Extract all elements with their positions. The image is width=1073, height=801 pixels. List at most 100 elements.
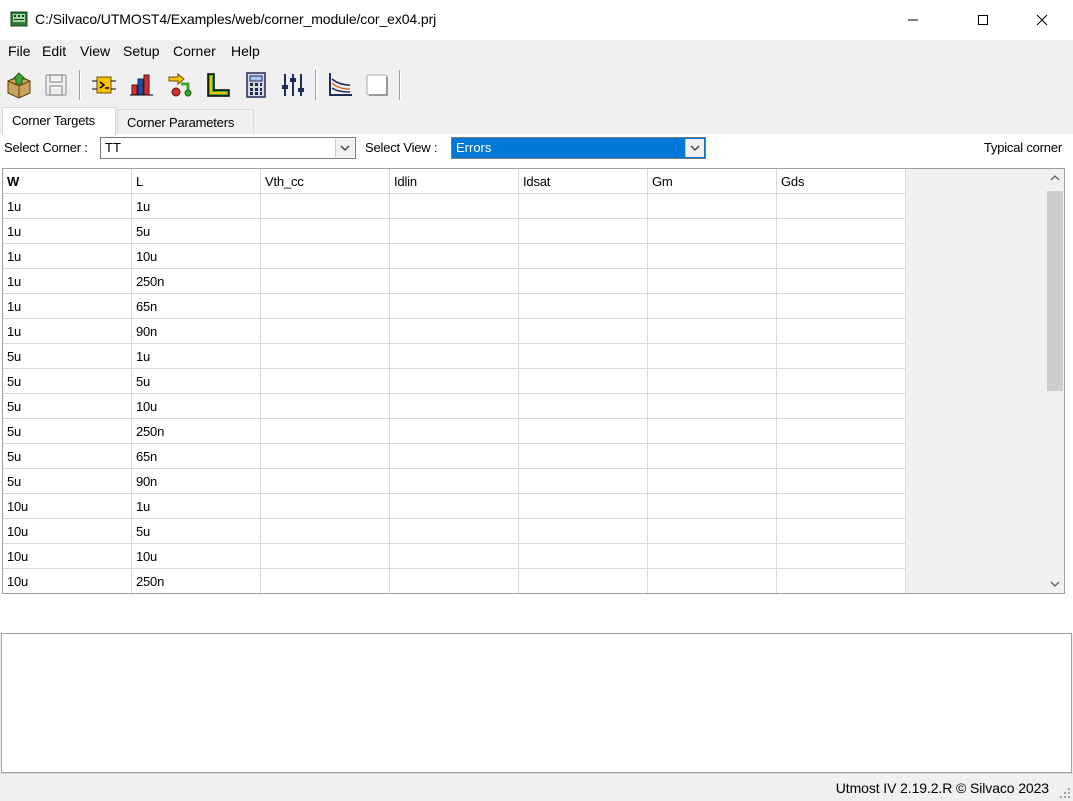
cell-w[interactable]: 1u — [3, 318, 132, 344]
table-row[interactable]: 1u 1u — [3, 193, 906, 219]
column-header-idsat[interactable]: Idsat — [518, 169, 648, 194]
table-row[interactable]: 1u 90n — [3, 318, 906, 344]
cell-gm[interactable] — [647, 443, 777, 469]
cell-gds[interactable] — [776, 568, 906, 593]
cell-w[interactable]: 5u — [3, 393, 132, 419]
cell-w[interactable]: 10u — [3, 543, 132, 569]
column-header-vth-cc[interactable]: Vth_cc — [260, 169, 390, 194]
cell-vth-cc[interactable] — [260, 343, 390, 369]
cell-gds[interactable] — [776, 293, 906, 319]
cell-gds[interactable] — [776, 518, 906, 544]
cell-vth-cc[interactable] — [260, 518, 390, 544]
scroll-up-button[interactable] — [1046, 169, 1064, 187]
cell-gm[interactable] — [647, 293, 777, 319]
cell-vth-cc[interactable] — [260, 293, 390, 319]
cell-idlin[interactable] — [389, 193, 519, 219]
flow-button[interactable] — [165, 70, 195, 100]
table-row[interactable]: 10u 1u — [3, 493, 906, 519]
corner-l-button[interactable] — [203, 70, 233, 100]
cell-vth-cc[interactable] — [260, 543, 390, 569]
column-header-l[interactable]: L — [131, 169, 261, 194]
menu-view[interactable]: View — [80, 43, 110, 59]
cell-idlin[interactable] — [389, 518, 519, 544]
table-row[interactable]: 5u 65n — [3, 443, 906, 469]
table-row[interactable]: 5u 250n — [3, 418, 906, 444]
cell-idsat[interactable] — [518, 468, 648, 494]
cell-gm[interactable] — [647, 468, 777, 494]
cell-gm[interactable] — [647, 268, 777, 294]
table-row[interactable]: 5u 1u — [3, 343, 906, 369]
cell-w[interactable]: 10u — [3, 518, 132, 544]
cell-idlin[interactable] — [389, 468, 519, 494]
cell-gm[interactable] — [647, 243, 777, 269]
column-header-w[interactable]: W — [3, 169, 132, 194]
cell-gm[interactable] — [647, 218, 777, 244]
cell-idsat[interactable] — [518, 193, 648, 219]
cell-idlin[interactable] — [389, 568, 519, 593]
cell-gm[interactable] — [647, 518, 777, 544]
cell-vth-cc[interactable] — [260, 568, 390, 593]
cell-idlin[interactable] — [389, 493, 519, 519]
cell-gds[interactable] — [776, 393, 906, 419]
cell-idsat[interactable] — [518, 293, 648, 319]
cell-idsat[interactable] — [518, 493, 648, 519]
cell-idsat[interactable] — [518, 393, 648, 419]
cell-idlin[interactable] — [389, 343, 519, 369]
menu-help[interactable]: Help — [231, 43, 260, 59]
cell-w[interactable]: 1u — [3, 243, 132, 269]
cell-gm[interactable] — [647, 543, 777, 569]
table-row[interactable]: 5u 5u — [3, 368, 906, 394]
table-row[interactable]: 10u 10u — [3, 543, 906, 569]
cell-w[interactable]: 1u — [3, 218, 132, 244]
tab-corner-parameters[interactable]: Corner Parameters — [117, 109, 254, 136]
cell-idlin[interactable] — [389, 293, 519, 319]
cell-l[interactable]: 65n — [131, 293, 261, 319]
resize-grip-icon[interactable] — [1059, 787, 1071, 799]
cell-l[interactable]: 10u — [131, 243, 261, 269]
cell-vth-cc[interactable] — [260, 218, 390, 244]
cell-l[interactable]: 5u — [131, 368, 261, 394]
cell-idsat[interactable] — [518, 243, 648, 269]
cell-l[interactable]: 250n — [131, 418, 261, 444]
cell-idsat[interactable] — [518, 268, 648, 294]
cell-l[interactable]: 1u — [131, 493, 261, 519]
cell-gds[interactable] — [776, 318, 906, 344]
cell-idlin[interactable] — [389, 218, 519, 244]
cell-gds[interactable] — [776, 268, 906, 294]
cell-gm[interactable] — [647, 343, 777, 369]
cell-idlin[interactable] — [389, 443, 519, 469]
cell-vth-cc[interactable] — [260, 443, 390, 469]
cell-gds[interactable] — [776, 443, 906, 469]
table-row[interactable]: 1u 10u — [3, 243, 906, 269]
menu-corner[interactable]: Corner — [173, 43, 216, 59]
cell-gds[interactable] — [776, 493, 906, 519]
table-row[interactable]: 1u 5u — [3, 218, 906, 244]
cell-idlin[interactable] — [389, 543, 519, 569]
select-corner-dropdown[interactable]: TT — [100, 137, 356, 159]
cell-vth-cc[interactable] — [260, 318, 390, 344]
cell-gds[interactable] — [776, 543, 906, 569]
statistics-button[interactable] — [127, 70, 157, 100]
table-row[interactable]: 5u 10u — [3, 393, 906, 419]
cell-idsat[interactable] — [518, 218, 648, 244]
column-header-idlin[interactable]: Idlin — [389, 169, 519, 194]
calculator-button[interactable] — [241, 70, 271, 100]
save-button[interactable] — [41, 70, 71, 100]
cell-idlin[interactable] — [389, 368, 519, 394]
menu-setup[interactable]: Setup — [123, 43, 160, 59]
module-button[interactable] — [89, 70, 119, 100]
corner-targets-grid[interactable]: W L Vth_cc Idlin Idsat Gm Gds 1u 1u 1u 5u 1u… — [2, 168, 1065, 594]
plot-curves-button[interactable] — [325, 70, 355, 100]
vertical-scrollbar[interactable] — [1046, 169, 1064, 593]
cell-l[interactable]: 1u — [131, 193, 261, 219]
cell-vth-cc[interactable] — [260, 193, 390, 219]
cell-gm[interactable] — [647, 418, 777, 444]
table-row[interactable]: 10u 5u — [3, 518, 906, 544]
cell-gds[interactable] — [776, 368, 906, 394]
column-header-gm[interactable]: Gm — [647, 169, 777, 194]
cell-gds[interactable] — [776, 243, 906, 269]
cell-gm[interactable] — [647, 193, 777, 219]
cell-gds[interactable] — [776, 343, 906, 369]
cell-idsat[interactable] — [518, 543, 648, 569]
cell-vth-cc[interactable] — [260, 268, 390, 294]
